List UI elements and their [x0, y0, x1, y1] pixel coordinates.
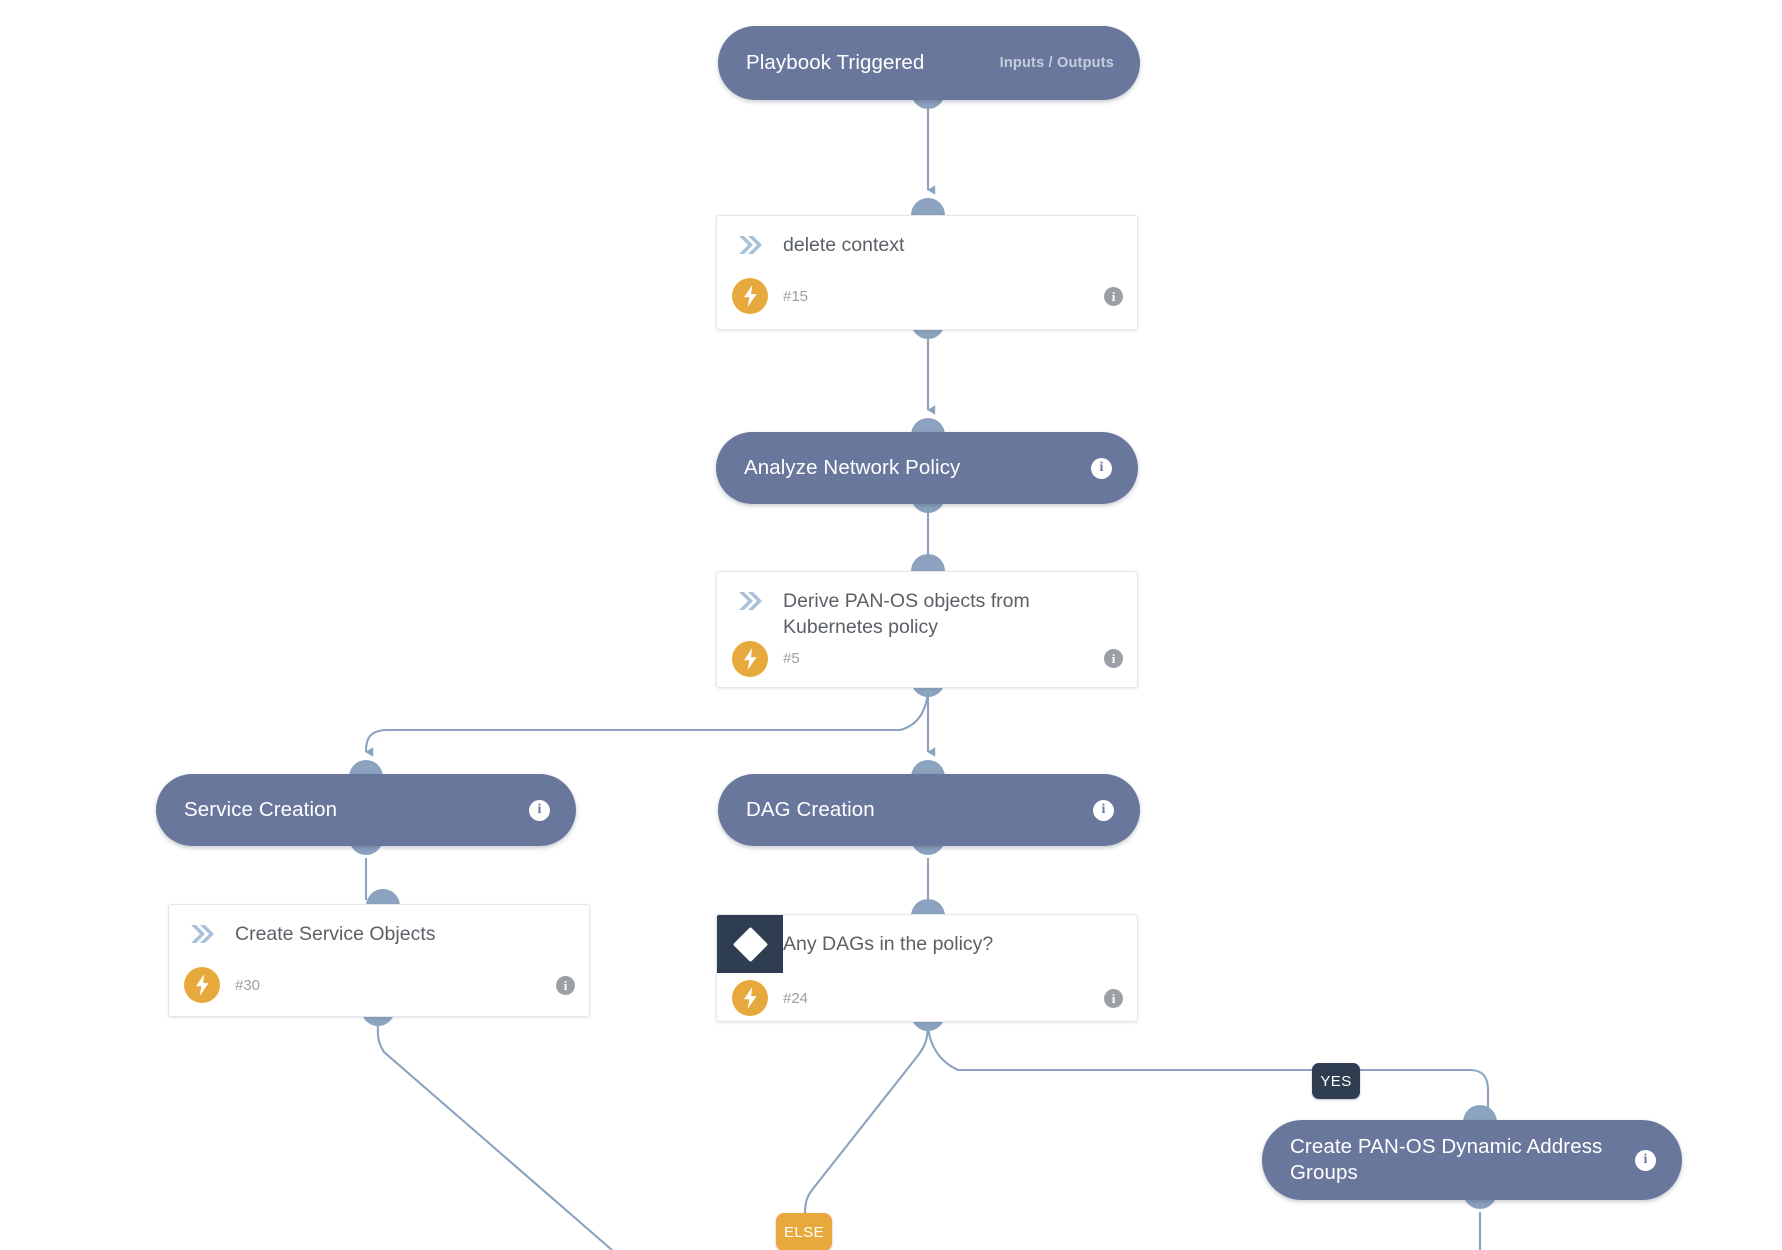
info-icon[interactable]: i	[529, 799, 550, 821]
info-icon[interactable]: i	[1091, 457, 1112, 479]
info-icon[interactable]: i	[556, 975, 575, 995]
node-dag-creation[interactable]: DAG Creation i	[718, 774, 1140, 846]
card-footer: #5 i	[717, 639, 1137, 679]
bolt-icon	[717, 980, 783, 1016]
node-delete-context[interactable]: delete context #15 i	[716, 215, 1138, 330]
bolt-icon	[169, 967, 235, 1003]
port-top-derive-panos	[911, 554, 945, 571]
card-header: delete context	[717, 216, 1137, 270]
chevron-double-right-icon	[717, 232, 783, 256]
card-id: #15	[783, 287, 809, 305]
node-create-service-objects[interactable]: Create Service Objects #30 i	[168, 904, 590, 1017]
info-icon[interactable]: i	[1104, 649, 1123, 669]
node-label: Playbook Triggered	[746, 51, 925, 75]
node-label: Service Creation	[184, 798, 338, 822]
edge-condition-to-yes	[926, 1021, 1490, 1112]
info-icon[interactable]: i	[1093, 799, 1114, 821]
node-label: Analyze Network Policy	[744, 456, 961, 480]
card-title: Derive PAN-OS objects from Kubernetes po…	[783, 590, 1030, 638]
diamond-icon	[717, 915, 783, 973]
node-label: DAG Creation	[746, 798, 875, 822]
node-create-panos-dag[interactable]: Create PAN-OS Dynamic Address Groups i	[1262, 1120, 1682, 1200]
info-icon[interactable]: i	[1635, 1149, 1656, 1171]
chevron-double-right-icon	[169, 921, 235, 945]
playbook-canvas[interactable]: Playbook Triggered Inputs / Outputs dele…	[0, 0, 1782, 1250]
card-header: Derive PAN-OS objects from Kubernetes po…	[717, 572, 1137, 645]
branch-badge-yes[interactable]: YES	[1312, 1063, 1360, 1099]
node-playbook-triggered[interactable]: Playbook Triggered Inputs / Outputs	[718, 26, 1140, 100]
card-title: Create Service Objects	[235, 923, 436, 945]
card-footer: #24 i	[717, 973, 1137, 1021]
bolt-icon	[717, 640, 783, 677]
card-header: Create Service Objects	[169, 905, 589, 959]
card-footer: #30 i	[169, 959, 589, 1011]
node-derive-panos-objects[interactable]: Derive PAN-OS objects from Kubernetes po…	[716, 571, 1138, 688]
card-id: #24	[783, 989, 809, 1007]
card-title: Any DAGs in the policy?	[783, 933, 994, 955]
node-any-dags-condition[interactable]: Any DAGs in the policy? #24 i	[716, 914, 1138, 1022]
info-icon[interactable]: i	[1104, 988, 1123, 1008]
card-footer: #15 i	[717, 270, 1137, 322]
card-header: Any DAGs in the policy?	[717, 915, 1137, 973]
inputs-outputs-label[interactable]: Inputs / Outputs	[1000, 55, 1114, 71]
card-title: delete context	[783, 234, 905, 256]
branch-badge-else[interactable]: ELSE	[776, 1213, 832, 1250]
card-id: #5	[783, 650, 800, 668]
info-icon[interactable]: i	[1104, 286, 1123, 306]
port-top-delete-context	[911, 198, 945, 215]
chevron-double-right-icon	[717, 588, 783, 612]
node-label: Create PAN-OS Dynamic Address Groups	[1290, 1134, 1603, 1184]
edge-service-objects-down	[376, 1014, 613, 1250]
node-service-creation[interactable]: Service Creation i	[156, 774, 576, 846]
card-id: #30	[235, 976, 261, 994]
edge-derive-to-service-creation	[364, 687, 930, 757]
bolt-icon	[717, 278, 783, 314]
node-analyze-network-policy[interactable]: Analyze Network Policy i	[716, 432, 1138, 504]
edge-condition-to-else	[803, 1021, 930, 1216]
